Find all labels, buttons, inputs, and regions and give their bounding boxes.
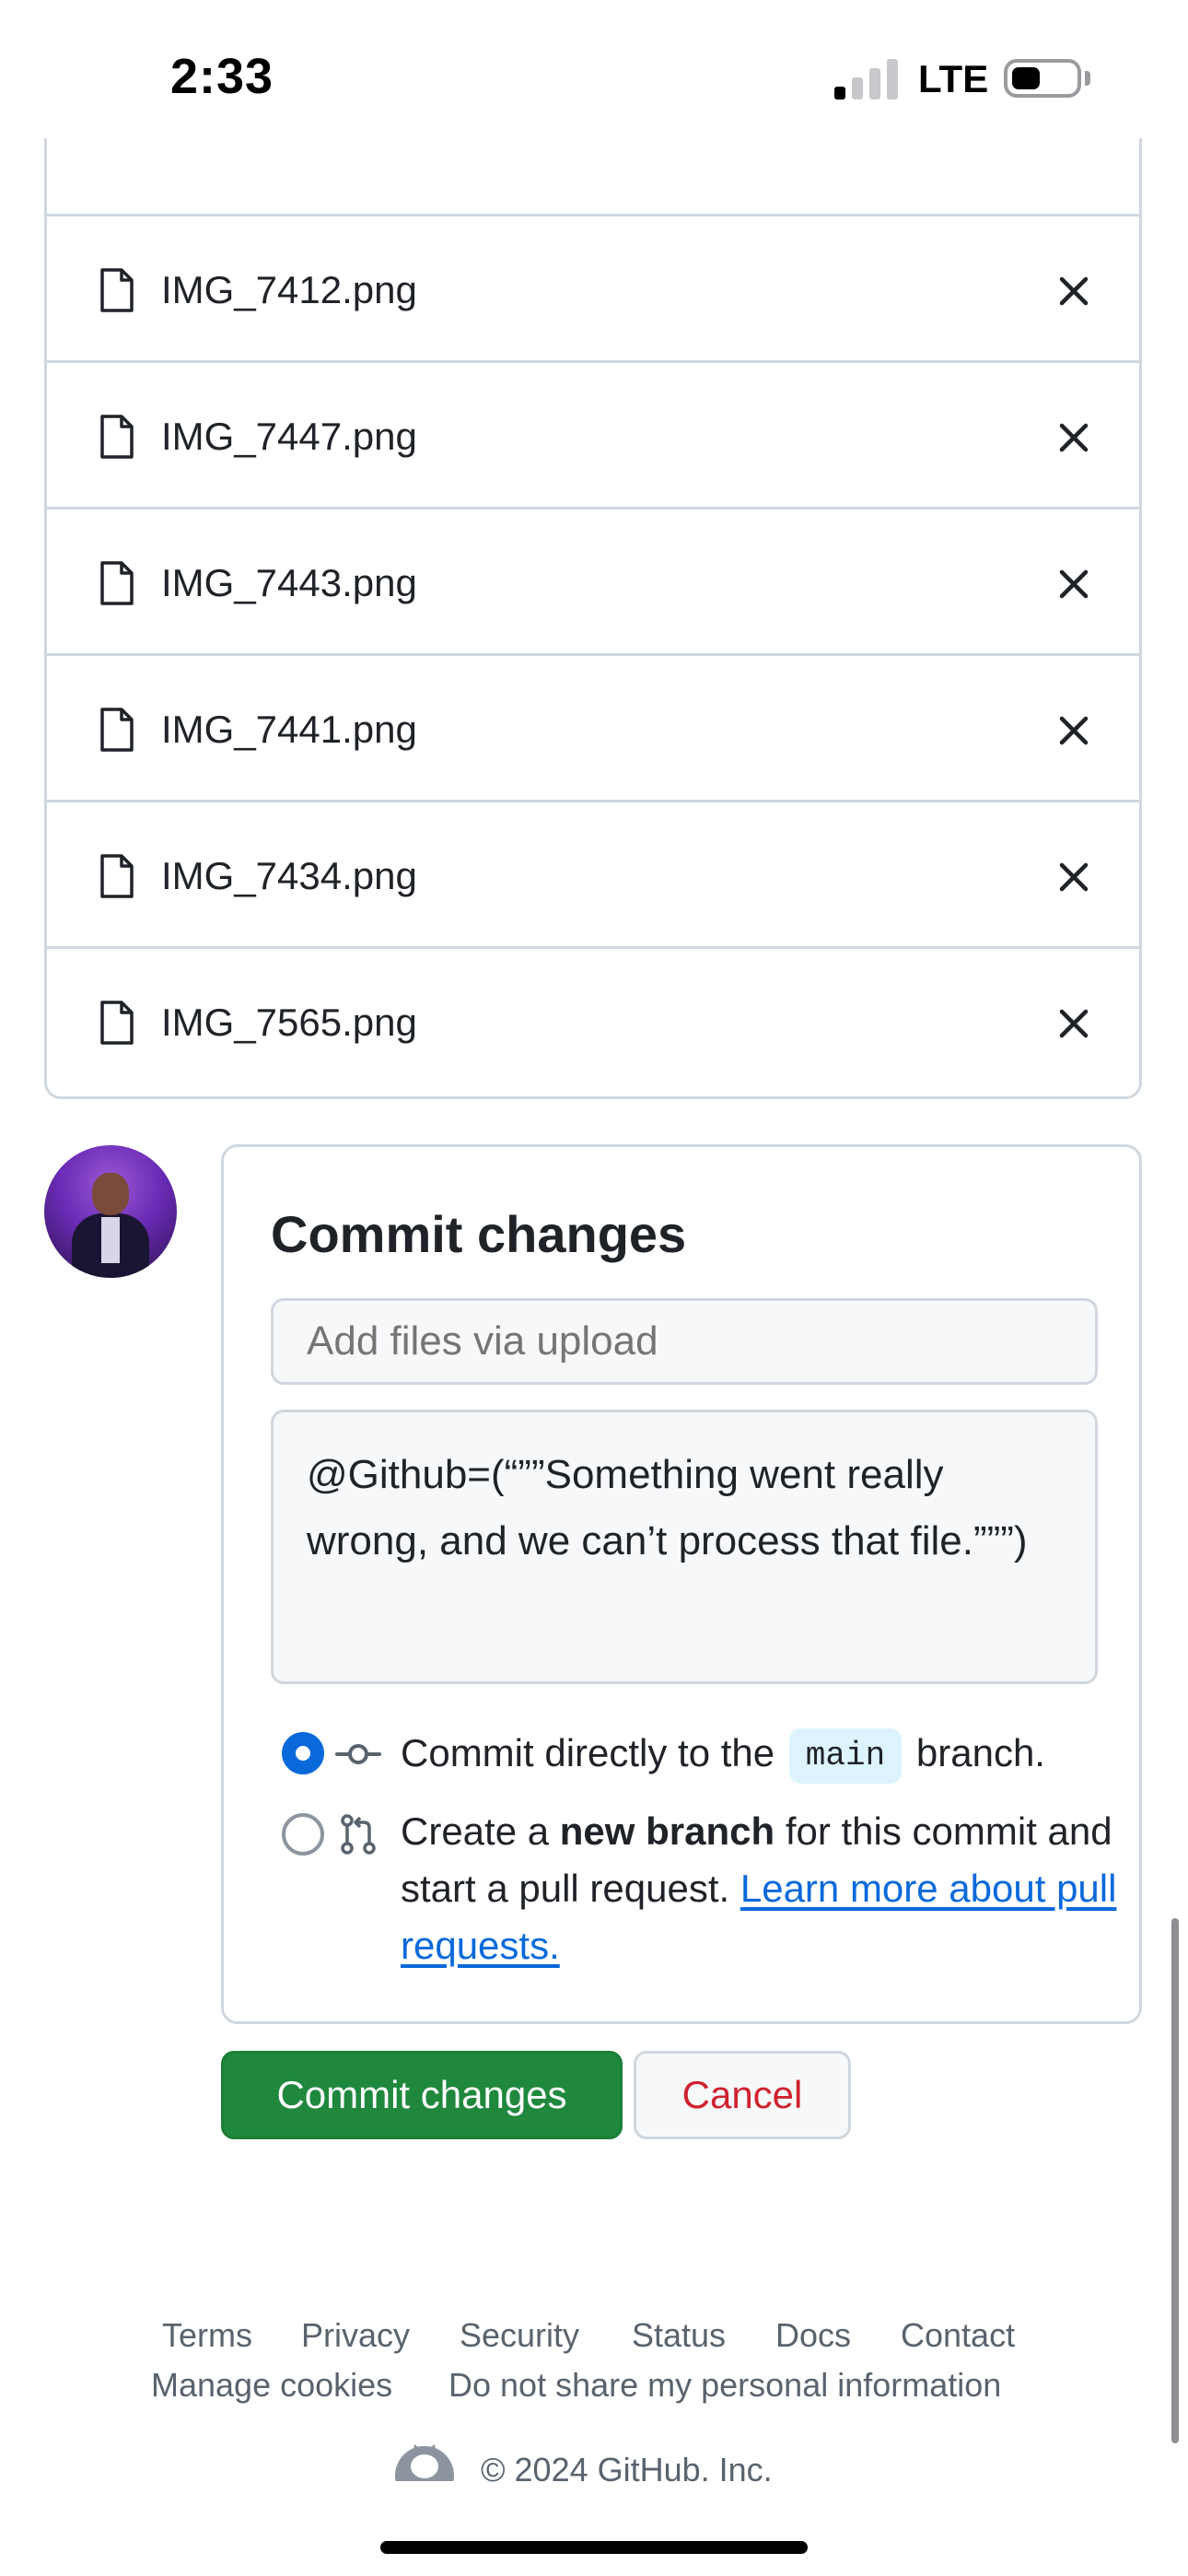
file-row: IMG_7447.png bbox=[47, 360, 1139, 507]
user-avatar[interactable] bbox=[44, 1145, 177, 1278]
battery-cap bbox=[1085, 71, 1090, 86]
new-branch-label: Create a new branch for this commit and … bbox=[401, 1803, 1128, 1974]
file-name: IMG_7565.png bbox=[161, 1001, 417, 1044]
file-name: IMG_7434.png bbox=[161, 854, 417, 897]
network-type: LTE bbox=[918, 57, 989, 100]
cancel-button[interactable]: Cancel bbox=[634, 2051, 851, 2139]
commit-title: Commit changes bbox=[271, 1205, 687, 1263]
file-name: IMG_7447.png bbox=[161, 415, 417, 458]
file-icon bbox=[100, 561, 134, 605]
commit-direct-radio[interactable] bbox=[282, 1732, 324, 1774]
footer-link-status[interactable]: Status bbox=[632, 2316, 726, 2355]
git-commit-icon bbox=[335, 1744, 381, 1764]
github-logo-icon bbox=[395, 2444, 454, 2481]
file-row: IMG_7434.png bbox=[47, 800, 1139, 946]
branch-name-badge: main bbox=[788, 1728, 903, 1784]
commit-direct-label: Commit directly to the main branch. bbox=[401, 1727, 1045, 1784]
remove-file-icon[interactable] bbox=[1056, 713, 1091, 748]
commit-changes-panel: Commit changes @Github=(“””Something wen… bbox=[221, 1144, 1142, 2024]
copyright-text: © 2024 GitHub. Inc. bbox=[481, 2451, 773, 2488]
remove-file-icon[interactable] bbox=[1056, 567, 1091, 602]
scrollbar[interactable] bbox=[1171, 1918, 1179, 2443]
commit-direct-suffix: branch. bbox=[915, 1731, 1045, 1774]
status-time: 2:33 bbox=[170, 49, 274, 104]
footer-link-terms[interactable]: Terms bbox=[162, 2316, 252, 2355]
remove-file-icon[interactable] bbox=[1056, 860, 1091, 895]
file-row: IMG_7565.png bbox=[47, 946, 1139, 1093]
file-icon bbox=[100, 415, 134, 459]
file-icon bbox=[100, 268, 134, 312]
footer-link-privacy[interactable]: Privacy bbox=[301, 2316, 410, 2355]
file-icon bbox=[100, 708, 134, 752]
footer-link-security[interactable]: Security bbox=[460, 2316, 579, 2355]
file-name: IMG_7412.png bbox=[161, 268, 417, 311]
footer-link-contact[interactable]: Contact bbox=[901, 2316, 1015, 2355]
commit-direct-prefix: Commit directly to the bbox=[401, 1731, 775, 1774]
file-icon bbox=[100, 1001, 134, 1045]
file-row: IMG_7443.png bbox=[47, 507, 1139, 653]
remove-file-icon[interactable] bbox=[1056, 1006, 1091, 1041]
commit-changes-button[interactable]: Commit changes bbox=[221, 2051, 623, 2139]
file-name: IMG_7441.png bbox=[161, 708, 417, 751]
footer-link-manage-cookies[interactable]: Manage cookies bbox=[151, 2366, 392, 2405]
remove-file-icon[interactable] bbox=[1056, 420, 1091, 455]
uploaded-files-list: IMG_7412.png IMG_7447.png IMG_7443.png I… bbox=[44, 138, 1142, 1099]
new-branch-radio[interactable] bbox=[282, 1813, 324, 1856]
file-row: IMG_7412.png bbox=[47, 214, 1139, 360]
footer-link-do-not-share[interactable]: Do not share my personal information bbox=[448, 2366, 1001, 2405]
file-icon bbox=[100, 854, 134, 898]
file-name: IMG_7443.png bbox=[161, 561, 417, 604]
git-pull-request-icon bbox=[341, 1814, 376, 1855]
commit-description-textarea[interactable]: @Github=(“””Something went really wrong,… bbox=[271, 1410, 1098, 1684]
battery-icon bbox=[1004, 59, 1081, 98]
commit-summary-input[interactable] bbox=[271, 1298, 1098, 1385]
signal-strength-icon bbox=[834, 59, 899, 100]
remove-file-icon[interactable] bbox=[1056, 274, 1091, 309]
new-branch-bold: new branch bbox=[559, 1809, 775, 1853]
file-row: IMG_7441.png bbox=[47, 653, 1139, 800]
new-branch-prefix: Create a bbox=[401, 1809, 550, 1853]
home-indicator[interactable] bbox=[380, 2541, 808, 2554]
footer-link-docs[interactable]: Docs bbox=[775, 2316, 851, 2355]
